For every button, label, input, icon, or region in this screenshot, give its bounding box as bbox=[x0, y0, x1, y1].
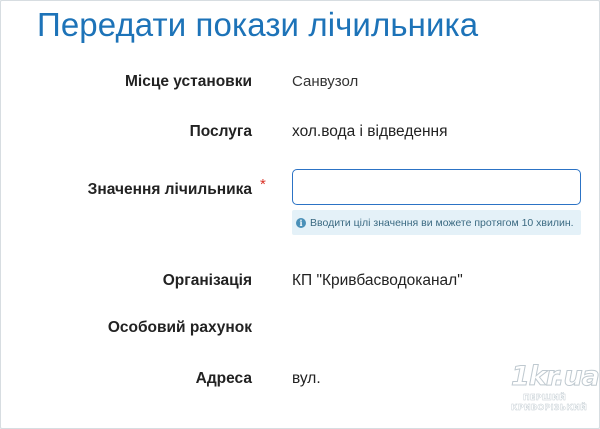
meter-value-label: Значення лічильника bbox=[87, 181, 252, 198]
address-value: вул. bbox=[292, 370, 321, 387]
location-value: Санвузол bbox=[292, 73, 359, 90]
watermark-main: 1kr.ua bbox=[511, 361, 600, 393]
meter-value-input[interactable] bbox=[292, 169, 581, 205]
location-label: Місце установки bbox=[124, 73, 252, 90]
organization-value: КП "Кривбасводоканал" bbox=[292, 272, 463, 289]
service-value: хол.вода і відведення bbox=[292, 123, 448, 140]
account-label: Особовий рахунок bbox=[107, 319, 252, 336]
meter-value-hint-text: Вводити цілі значення ви можете протягом… bbox=[310, 216, 574, 229]
info-icon: i bbox=[296, 217, 306, 228]
watermark-line1: ПЕРШИЙ bbox=[523, 393, 567, 402]
service-label: Послуга bbox=[189, 123, 252, 140]
required-indicator: * bbox=[260, 176, 266, 193]
meter-reading-card: Передати покази лічильника Місце установ… bbox=[0, 0, 600, 429]
page-title: Передати покази лічильника bbox=[37, 6, 479, 43]
address-label: Адреса bbox=[195, 370, 252, 387]
meter-value-hint: i Вводити цілі значення ви можете протяг… bbox=[292, 210, 581, 235]
organization-label: Організація bbox=[162, 272, 252, 289]
watermark-logo: 1kr.ua ПЕРШИЙ КРИВОРІЗЬКИЙ bbox=[509, 359, 600, 423]
watermark-line2: КРИВОРІЗЬКИЙ bbox=[511, 403, 588, 412]
